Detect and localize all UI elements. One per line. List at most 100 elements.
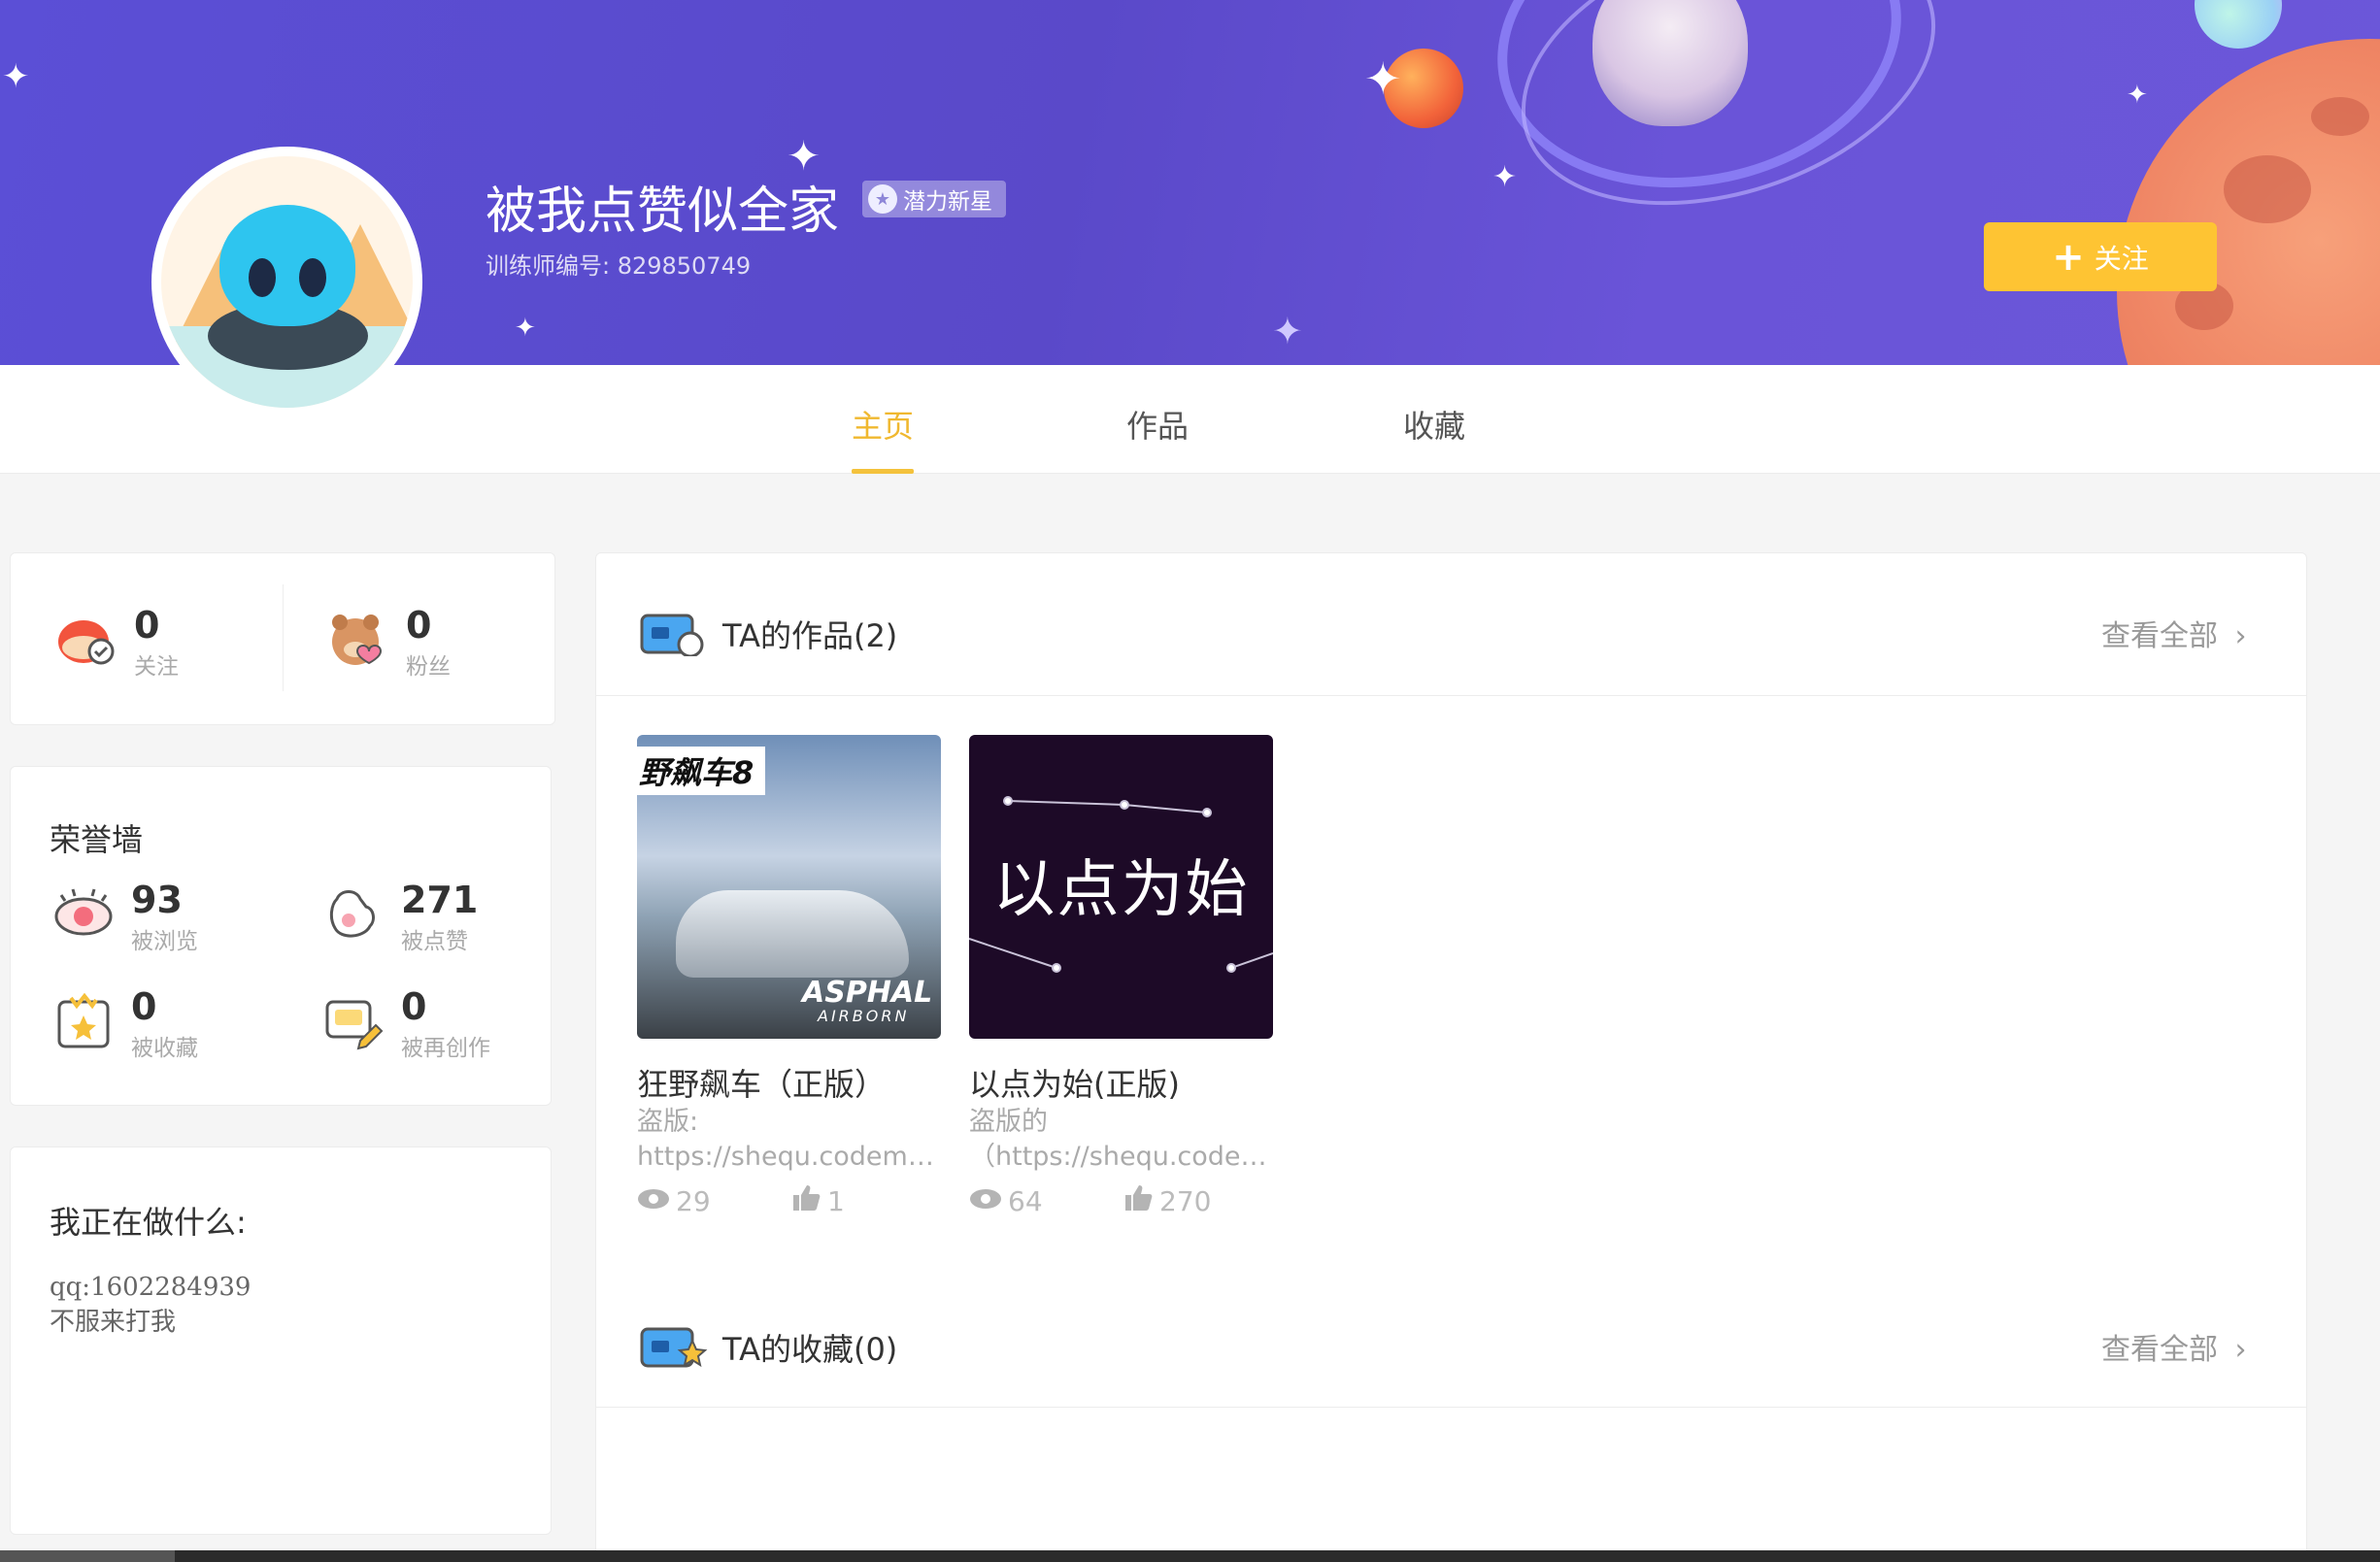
work-desc-line-1: 盗版: [637, 1107, 699, 1137]
doing-line-1: qq:1602284939 [50, 1273, 251, 1302]
collected-stat: 0 被收藏 [51, 988, 198, 1062]
works-section-title: TA的作品(2) [722, 617, 898, 654]
works-see-all-link[interactable]: 查看全部 › [2101, 612, 2247, 654]
star-badge-icon: ★ [868, 184, 897, 214]
username: 被我点赞似全家 [486, 183, 840, 241]
work-description: 盗版的 （https://shequ.codem... [969, 1105, 1273, 1175]
work-views: 29 [637, 1185, 792, 1217]
work-desc-line-2: https://shequ.codema... [637, 1142, 941, 1172]
level-badge: ★ 潜力新星 [862, 181, 1006, 217]
fans-count: 0 [406, 604, 432, 647]
following-icon [58, 620, 115, 665]
fans-icon [332, 615, 383, 665]
star-icon: ✦ [2127, 81, 2148, 110]
see-all-label: 查看全部 [2101, 619, 2218, 653]
tab-collections[interactable]: 收藏 [1403, 402, 1465, 447]
work-desc-line-2: （https://shequ.codem... [969, 1142, 1273, 1172]
thumb-brand: ASPHAL [802, 976, 933, 1010]
following-label: 关注 [134, 654, 179, 680]
character-decoration [1592, 0, 1748, 126]
thumbs-up-icon [1124, 1184, 1154, 1218]
work-thumbnail[interactable]: 以点为始 [969, 735, 1273, 1039]
collections-section-title: TA的收藏(0) [722, 1331, 898, 1368]
active-tab-indicator [852, 469, 914, 474]
likes-count: 1 [827, 1185, 845, 1217]
doing-line-2: 不服来打我 [50, 1308, 177, 1337]
work-likes: 1 [792, 1184, 948, 1218]
doing-text: qq:1602284939 不服来打我 [50, 1270, 251, 1340]
follow-button[interactable]: + 关注 [1984, 222, 2217, 291]
star-icon: ✦ [2, 57, 30, 96]
views-label: 被浏览 [131, 929, 198, 954]
remixed-count: 0 [401, 985, 427, 1028]
fans-stat[interactable]: 0 粉丝 [326, 607, 451, 681]
remixed-stat: 0 被再创作 [321, 988, 490, 1062]
see-all-label: 查看全部 [2101, 1333, 2218, 1367]
honor-wall-title: 荣誉墙 [50, 821, 144, 858]
doing-card: 我正在做什么: qq:1602284939 不服来打我 [10, 1147, 552, 1535]
star-icon: ✦ [1492, 160, 1518, 194]
work-desc-line-1: 盗版的 [969, 1107, 1048, 1137]
work-card[interactable]: 野飙车8 ASPHAL AIRBORN 狂野飙车（正版） 盗版: https:/… [637, 735, 948, 1218]
work-likes: 270 [1124, 1184, 1280, 1218]
collected-count: 0 [131, 985, 157, 1028]
star-icon: ✦ [515, 314, 536, 343]
collections-icon [640, 1327, 708, 1368]
views-stat: 93 被浏览 [51, 881, 198, 955]
eye-icon [969, 1185, 1002, 1217]
honor-wall-card: 荣誉墙 93 被浏览 271 被点赞 0 被收藏 0 被再创作 [10, 766, 552, 1106]
collected-label: 被收藏 [131, 1036, 198, 1061]
plus-icon: + [2052, 234, 2085, 280]
following-stat[interactable]: 0 关注 [54, 607, 179, 681]
work-card[interactable]: 以点为始 以点为始(正版) 盗版的 （https://shequ.codem..… [969, 735, 1280, 1218]
bubble-decoration [2195, 0, 2282, 49]
works-header: TA的作品(2) 查看全部 › [596, 553, 2306, 696]
star-box-icon [57, 992, 110, 1048]
horizontal-scrollbar[interactable] [0, 1550, 2380, 1562]
divider [283, 584, 284, 691]
doing-title: 我正在做什么: [50, 1204, 247, 1241]
fans-label: 粉丝 [406, 654, 451, 680]
works-icon [640, 614, 704, 656]
chevron-right-icon: › [2234, 1333, 2247, 1367]
work-title[interactable]: 以点为始(正版) [969, 1060, 1280, 1105]
following-count: 0 [134, 604, 160, 647]
avatar[interactable] [153, 149, 420, 415]
remixed-label: 被再创作 [401, 1036, 490, 1061]
follow-label: 关注 [2094, 242, 2149, 275]
work-description: 盗版: https://shequ.codema... [637, 1105, 941, 1175]
star-icon: ✦ [1272, 310, 1303, 352]
planet-decoration [2117, 39, 2380, 365]
thumb-brand-sub: AIRBORN [818, 1007, 910, 1025]
thumb-game-label: 野飙车8 [637, 747, 766, 795]
eye-icon [637, 1185, 670, 1217]
tab-works[interactable]: 作品 [1126, 402, 1189, 447]
work-title[interactable]: 狂野飙车（正版） [637, 1060, 948, 1105]
likes-label: 被点赞 [401, 929, 468, 954]
tab-home[interactable]: 主页 [852, 402, 914, 447]
car-shape [676, 890, 909, 978]
badge-label: 潜力新星 [903, 189, 992, 215]
eye-icon [54, 888, 113, 936]
views-count: 64 [1008, 1185, 1043, 1217]
remix-pencil-icon [325, 1000, 384, 1050]
star-icon: ✦ [1364, 52, 1402, 105]
thumbs-up-icon [792, 1184, 821, 1218]
likes-count: 270 [1159, 1185, 1212, 1217]
main-content-card: TA的作品(2) 查看全部 › 野飙车8 ASPHAL AIRBORN 狂野飙车… [595, 552, 2307, 1562]
work-thumbnail[interactable]: 野飙车8 ASPHAL AIRBORN [637, 735, 941, 1039]
trainer-id: 训练师编号: 829850749 [486, 252, 752, 280]
views-count: 29 [676, 1185, 711, 1217]
work-meta: 29 1 [637, 1184, 948, 1218]
paw-icon [329, 890, 375, 938]
work-meta: 64 270 [969, 1184, 1280, 1218]
social-stats-card: 0 关注 0 粉丝 [10, 552, 555, 725]
collections-header: TA的收藏(0) 查看全部 › [596, 1269, 2306, 1408]
chevron-right-icon: › [2234, 619, 2247, 653]
likes-count: 271 [401, 879, 479, 921]
work-views: 64 [969, 1185, 1124, 1217]
scrollbar-thumb[interactable] [0, 1550, 175, 1562]
views-count: 93 [131, 879, 183, 921]
thumb-title-text: 以点为始 [992, 854, 1250, 926]
collections-see-all-link[interactable]: 查看全部 › [2101, 1325, 2247, 1368]
